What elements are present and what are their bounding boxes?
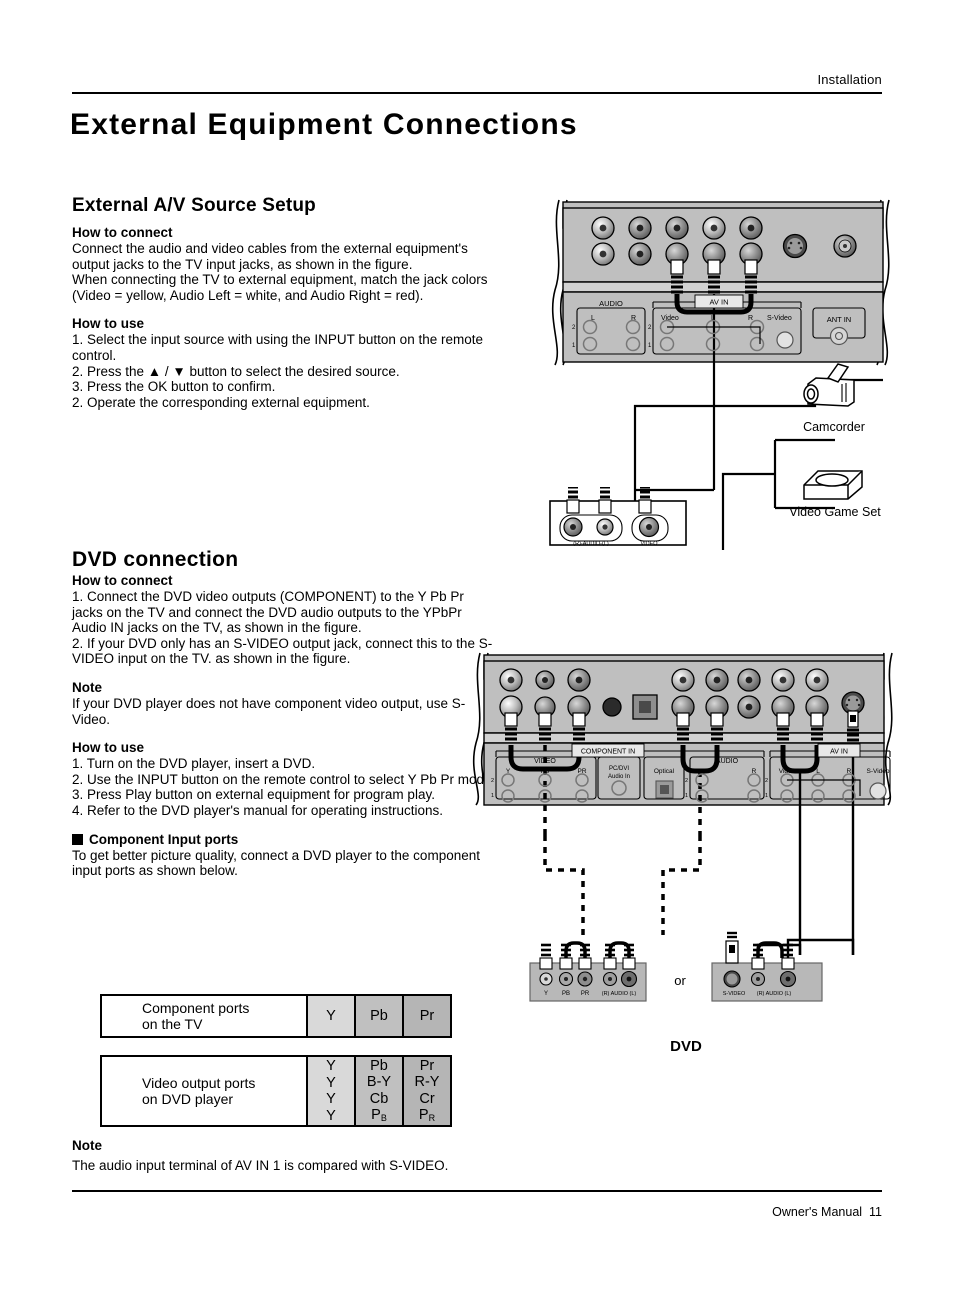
video-output-ports-table: Video output ports on DVD player Y Y Y Y Pb B-Y… [100,1055,452,1127]
dvd-how-to-connect-body: 1. Connect the DVD video outputs (COMPON… [72,589,493,667]
component-ports-body: To get better picture quality, connect a… [72,847,480,879]
optical-label: Optical [654,768,675,775]
footer-divider [72,1190,882,1192]
external-box-audio-label: (R)-AUDIO-(L) [573,541,609,547]
external-box-video-label: VIDEO [640,541,658,547]
table-value: R-Y [414,1074,440,1090]
bottom-note: Note The audio input terminal of AV IN 1… [72,1138,772,1174]
avin-svideo-label: S-Video [767,315,792,322]
dvd-section: DVD connection How to connect 1. Connect… [72,548,496,879]
camcorder-icon [803,363,855,407]
table-value: Y [326,1074,336,1091]
pcdvi-audio-jack-icon [602,697,622,717]
table-value: Y [326,1058,336,1074]
pcdvi-label-line1: PC/DVI [609,766,629,772]
panel-ledge [562,281,884,293]
panel2-avin-svideo-label: S-Video [866,768,889,775]
panel2-row-2c: 2 [765,778,768,784]
header-divider [72,92,882,94]
panel2-row-1b: 1 [685,793,688,799]
panel2-row-1a: 1 [491,793,494,799]
table-cell-y: YYYY [306,1057,354,1125]
audio-group-label: AUDIO [599,299,623,308]
manual-page: Installation External Equipment Connecti… [0,0,954,1294]
av-section-heading: External A/V Source Setup [72,195,316,216]
dvd-how-to-connect-heading: How to connect [72,573,173,588]
figure-external-av-box: (R)-AUDIO-(L) VIDEO [549,487,687,547]
dvd-component-routing [543,835,702,935]
dvd-note-body: If your DVD player does not have compone… [72,695,466,727]
table-row-label: Video output ports on DVD player [142,1074,256,1108]
panel2-row-1c: 1 [765,793,768,799]
bottom-note-body: The audio input terminal of AV IN 1 is c… [72,1158,449,1173]
table-value: PR [418,1107,436,1123]
table-cell-pr: Pr R-Y Cr PR [402,1057,450,1125]
panel2-row-2a: 2 [491,778,494,784]
av-in-label: AV IN [709,298,728,307]
footer-page-number: 11 [869,1205,882,1219]
table-value: Y [326,1007,336,1024]
dvd-audio-label: (R) AUDIO (L) [602,991,637,997]
table-value: Cb [369,1090,389,1107]
table-value: Pb [370,1057,388,1074]
footer-text: Owner's Manual 11 [772,1205,882,1219]
table-value: Pr [419,1057,435,1074]
bullet-square-icon [72,833,83,845]
dvd-pr-label: PR [581,991,590,997]
table-cell-pb: Pb B-Y Cb PB [354,1057,402,1125]
dvd-svideo-plug-icon [725,931,739,964]
camcorder-label: Camcorder [803,420,865,434]
av-how-to-use-body: 1. Select the input source with using th… [72,332,483,410]
panel2-audio-label: AUDIO [716,758,739,765]
av-how-to-connect-heading: How to connect [72,225,173,240]
table-value: Cr [419,1090,435,1107]
legend-svideo-icon [776,331,794,349]
pcdvi-label-line2: Audio In [608,774,630,780]
table-value: Pb [370,1007,388,1024]
legend-ant-icon [829,326,849,346]
video-game-set-label: Video Game Set [789,505,881,519]
page-title: External Equipment Connections [70,108,578,141]
ant-in-label: ANT IN [827,315,851,324]
av-how-to-use-heading: How to use [72,316,145,332]
component-in-label: COMPONENT IN [581,749,635,756]
legend2-svideo-icon [869,782,887,800]
table-cell-pr: Pr [402,996,450,1036]
table-value: Y [326,1091,336,1107]
dvd-svideo-box: S-VIDEO (R) AUDIO (L) [711,931,823,1002]
table-cell-y: Y [306,996,354,1036]
dvd-how-to-use-heading: How to use [72,740,145,756]
table-value: Pr [419,1007,435,1024]
av-source-section: External A/V Source Setup How to connect… [72,195,496,410]
table-value: PB [371,1107,387,1123]
dvd-y-label: Y [544,991,548,997]
component-ports-table: Component ports on the TV Y Pb Pr [100,994,452,1038]
avin-r-label: R [748,315,753,322]
external-box-plugs [566,487,652,514]
table-cell-pb: Pb [354,996,402,1036]
footer-manual-label: Owner's Manual [772,1205,863,1219]
running-header-section: Installation [817,72,882,87]
table-row-label: Component ports on the TV [142,999,250,1033]
or-label: or [674,973,686,988]
dvd-note-heading: Note [72,679,102,695]
table-value: B-Y [366,1074,392,1090]
figure-dvd-connection: COMPONENT IN AV IN VIDEO AUDIO Y PB PR P… [472,652,893,1055]
dvd-right-audio-label: (R) AUDIO (L) [757,991,792,997]
panel2-row-2b: 2 [685,778,688,784]
video-group-label: VIDEO [534,758,556,765]
dvd-pb-label: PB [562,991,570,997]
table-value: Y [326,1107,336,1124]
dvd-component-box: Y PB PR (R) AUDIO (L) [529,941,647,1002]
dvd-how-to-use-body: 1. Turn on the DVD player, insert a DVD.… [72,756,496,818]
dvd-svideo-label: S-VIDEO [723,991,746,997]
component-ports-heading: Component Input ports [72,832,496,847]
av-how-to-connect-body: Connect the audio and video cables from … [72,241,488,303]
video-game-set-icon [803,470,863,500]
dvd-figure-title: DVD [670,1038,702,1055]
panel2-avin-label: AV IN [830,749,848,756]
bottom-note-heading: Note [72,1138,102,1153]
dvd-section-heading: DVD connection [72,548,239,571]
